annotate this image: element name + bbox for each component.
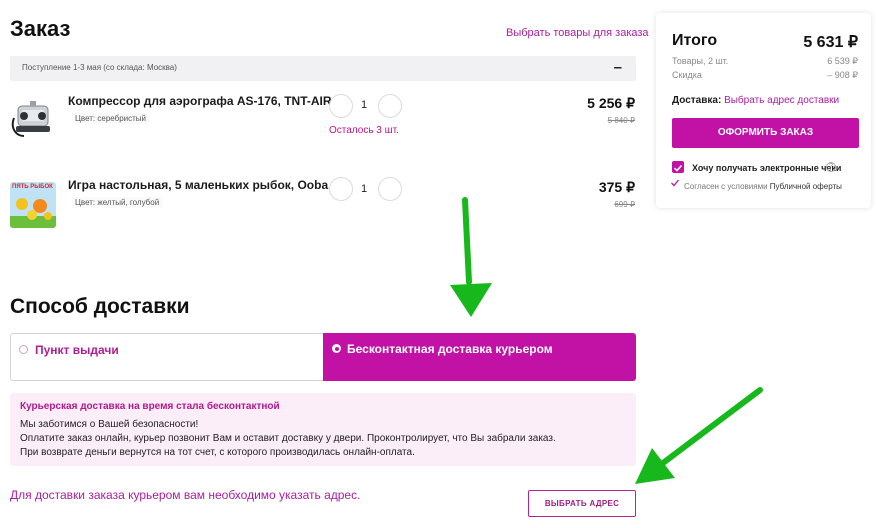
help-icon[interactable]: ? — [826, 162, 836, 172]
decrease-quantity-button[interactable] — [329, 177, 353, 201]
product-price: 5 256 ₽ — [587, 95, 635, 111]
delivery-title: Способ доставки — [10, 295, 190, 318]
summary-total: 5 631 ₽ — [803, 34, 858, 51]
delivery-option-label: Пункт выдачи — [35, 343, 119, 357]
info-line: Мы заботимся о Вашей безопасности! — [20, 419, 199, 430]
summary-delivery: Доставка: Выбрать адрес доставки — [672, 95, 839, 106]
arrow-icon — [450, 197, 492, 317]
choose-goods-link[interactable]: Выбрать товары для заказа — [506, 27, 649, 39]
increase-quantity-button[interactable] — [378, 94, 402, 118]
quantity-value[interactable]: 1 — [356, 183, 372, 195]
choose-delivery-address-link[interactable]: Выбрать адрес доставки — [724, 95, 839, 106]
receipt-label: Хочу получать электронные чеки — [692, 163, 842, 173]
product-price: 375 ₽ — [598, 179, 635, 195]
radio-checked-icon[interactable] — [332, 344, 341, 353]
quantity-value[interactable]: 1 — [356, 99, 372, 111]
check-icon — [671, 179, 680, 187]
product-old-price: 699 ₽ — [614, 200, 635, 209]
public-offer-link[interactable]: Публичной оферты — [770, 182, 842, 191]
product-attribute: Цвет: серебристый — [72, 113, 150, 124]
agree-text: Согласен с условиями — [684, 182, 768, 191]
product-name[interactable]: Компрессор для аэрографа AS-176, TNT-AIR — [68, 94, 332, 108]
decrease-quantity-button[interactable] — [329, 94, 353, 118]
checkout-button[interactable]: ОФОРМИТЬ ЗАКАЗ — [672, 118, 859, 148]
delivery-label: Доставка: — [672, 95, 722, 106]
order-summary-panel: Итого 5 631 ₽ Товары, 2 шт. 6 539 ₽ Скид… — [656, 13, 871, 208]
product-image-compressor[interactable] — [10, 96, 56, 142]
stock-remaining: Осталось 3 шт. — [329, 125, 399, 136]
info-line: При возврате деньги вернутся на тот счет… — [20, 447, 415, 458]
arrow-icon — [635, 387, 763, 484]
order-title: Заказ — [10, 16, 71, 41]
product-name[interactable]: Игра настольная, 5 маленьких рыбок, Ooba — [68, 178, 328, 192]
receipt-checkbox[interactable] — [672, 161, 684, 173]
increase-quantity-button[interactable] — [378, 177, 402, 201]
discount-value: – 908 ₽ — [827, 70, 858, 80]
courier-info-box: Курьерская доставка на время стала беско… — [10, 393, 636, 466]
product-old-price: 5 840 ₽ — [607, 116, 635, 125]
goods-count-label: Товары, 2 шт. — [672, 56, 729, 66]
agree-terms-text: Согласен с условиями Публичной оферты — [684, 182, 842, 191]
product-image-caption: ПЯТЬ РЫБОК — [12, 184, 53, 190]
collapse-button[interactable]: – — [614, 60, 622, 76]
check-icon — [673, 164, 683, 172]
discount-label: Скидка — [672, 70, 702, 80]
product-image-fish-game[interactable]: ПЯТЬ РЫБОК — [10, 182, 56, 228]
delivery-option-label: Бесконтактная доставка курьером — [347, 342, 553, 356]
choose-address-button[interactable]: ВЫБРАТЬ АДРЕС — [528, 490, 636, 517]
radio-unchecked-icon[interactable] — [19, 345, 28, 354]
product-attribute: Цвет: желтый, голубой — [72, 197, 163, 208]
summary-title: Итого — [672, 32, 718, 49]
shipment-info: Поступление 1-3 мая (со склада: Москва) — [22, 63, 177, 72]
goods-sum-value: 6 539 ₽ — [827, 56, 858, 66]
delivery-option-pickup[interactable]: Пункт выдачи — [10, 333, 324, 381]
info-title: Курьерская доставка на время стала беско… — [20, 401, 280, 412]
address-note: Для доставки заказа курьером вам необход… — [10, 488, 361, 502]
info-line: Оплатите заказ онлайн, курьер позвонит В… — [20, 433, 556, 444]
shipment-bar: Поступление 1-3 мая (со склада: Москва) … — [10, 56, 636, 81]
delivery-option-courier[interactable]: Бесконтактная доставка курьером — [323, 333, 636, 381]
